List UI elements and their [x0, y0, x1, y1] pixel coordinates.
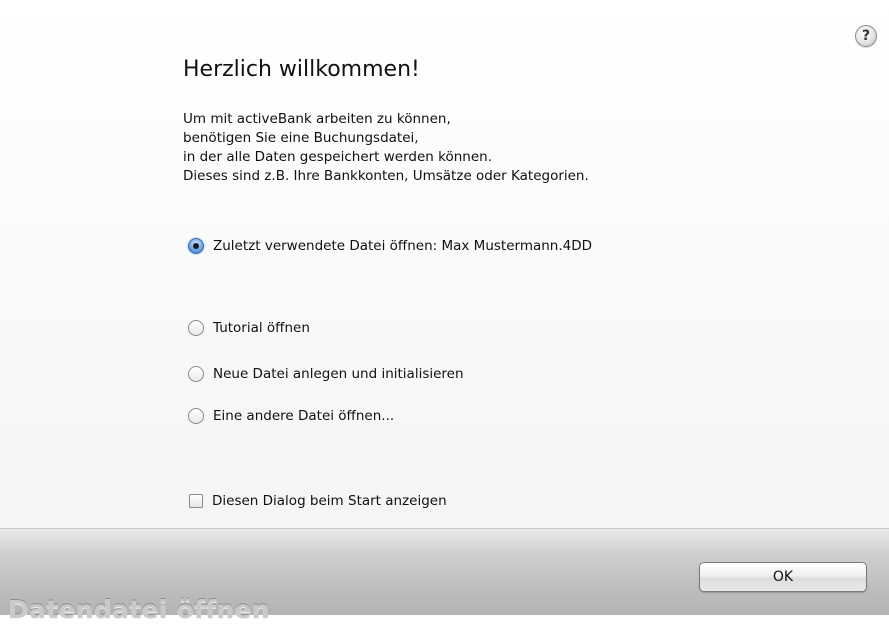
intro-line: Um mit activeBank arbeiten zu können,: [183, 111, 451, 127]
intro-text: Um mit activeBank arbeiten zu können, be…: [183, 110, 589, 186]
option-label: Eine andere Datei öffnen...: [213, 408, 395, 424]
radio-button-selected[interactable]: [188, 238, 204, 254]
radio-button[interactable]: [188, 408, 204, 424]
option-label: Tutorial öffnen: [213, 320, 310, 336]
option-open-other-file[interactable]: Eine andere Datei öffnen...: [188, 408, 394, 424]
option-open-tutorial[interactable]: Tutorial öffnen: [188, 320, 310, 336]
intro-line: benötigen Sie eine Buchungsdatei,: [183, 130, 419, 146]
footer-title: Datendatei öffnen: [8, 595, 270, 624]
welcome-dialog: ? Herzlich willkommen! Um mit activeBank…: [0, 0, 889, 624]
show-on-start-checkbox[interactable]: [189, 494, 203, 508]
radio-button[interactable]: [188, 320, 204, 336]
option-open-last-file[interactable]: Zuletzt verwendete Datei öffnen: Max Mus…: [188, 238, 592, 254]
radio-button[interactable]: [188, 366, 204, 382]
option-label: Zuletzt verwendete Datei öffnen: Max Mus…: [213, 238, 593, 254]
dialog-title: Herzlich willkommen!: [183, 57, 420, 82]
option-label: Neue Datei anlegen und initialisieren: [213, 366, 464, 382]
help-button[interactable]: ?: [855, 25, 877, 47]
intro-line: in der alle Daten gespeichert werden kön…: [183, 149, 492, 165]
checkbox-label: Diesen Dialog beim Start anzeigen: [212, 493, 447, 509]
option-new-file[interactable]: Neue Datei anlegen und initialisieren: [188, 366, 464, 382]
ok-button[interactable]: OK: [699, 562, 867, 592]
show-on-start-checkbox-row[interactable]: Diesen Dialog beim Start anzeigen: [189, 493, 447, 509]
intro-line: Dieses sind z.B. Ihre Bankkonten, Umsätz…: [183, 168, 589, 184]
question-mark-icon: ?: [861, 28, 871, 44]
